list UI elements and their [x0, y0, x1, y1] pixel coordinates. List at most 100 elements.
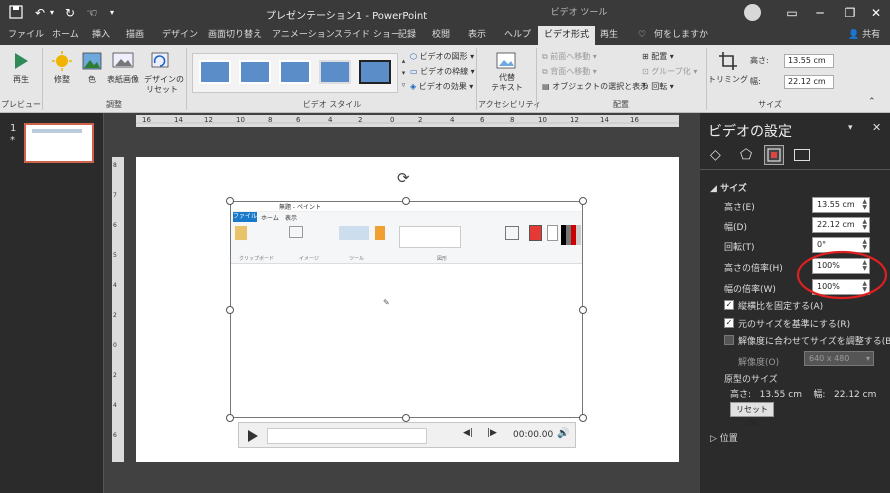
- tab-design[interactable]: デザイン: [162, 26, 198, 45]
- size-section-header[interactable]: ◢ サイズ: [710, 181, 747, 194]
- svg-text:0: 0: [113, 342, 117, 349]
- position-section-header[interactable]: ▷ 位置: [710, 431, 738, 444]
- share-button[interactable]: 👤 共有: [848, 26, 880, 45]
- align-button[interactable]: ⊞ 配置 ▾: [642, 51, 674, 63]
- step-back-icon[interactable]: ◀|: [463, 428, 473, 438]
- svg-text:10: 10: [236, 116, 245, 124]
- height-spinner[interactable]: 13.55 cm ▲ ▼: [812, 197, 870, 213]
- tab-playback[interactable]: 再生: [600, 26, 618, 45]
- poster-frame-label[interactable]: 表紙画像: [104, 75, 142, 85]
- step-forward-icon[interactable]: |▶: [487, 428, 497, 438]
- resize-handle-n[interactable]: [402, 197, 410, 205]
- pane-close-icon[interactable]: ✕: [872, 121, 881, 134]
- reset-size-button[interactable]: リセット(S): [730, 402, 774, 427]
- video-style-thumb[interactable]: [239, 60, 271, 84]
- alt-text-label[interactable]: 代替 テキスト: [486, 73, 528, 93]
- tab-insert[interactable]: 挿入: [92, 26, 110, 45]
- svg-text:12: 12: [204, 116, 213, 124]
- tab-help[interactable]: ヘルプ: [504, 26, 531, 45]
- spin-arrows-icon[interactable]: ▲ ▼: [862, 219, 867, 231]
- preview-play-label[interactable]: 再生: [8, 75, 34, 85]
- restore-icon[interactable]: ❐: [842, 5, 858, 21]
- paint-tabbar: ファイル ホーム 表示: [231, 212, 582, 222]
- tab-transitions[interactable]: 画面切り替え: [208, 26, 262, 45]
- video-timeline[interactable]: [267, 428, 427, 444]
- reset-design-label[interactable]: デザインの リセット: [144, 75, 184, 95]
- width-spinner[interactable]: 22.12 cm ▲ ▼: [812, 217, 870, 233]
- tab-video-format[interactable]: ビデオ形式: [538, 26, 596, 45]
- account-avatar[interactable]: [744, 4, 761, 21]
- alt-text-icon[interactable]: [496, 51, 516, 74]
- selection-pane-button[interactable]: ▤ オブジェクトの選択と表示: [542, 81, 648, 93]
- close-icon[interactable]: ✕: [868, 5, 884, 21]
- reset-design-icon[interactable]: [150, 51, 170, 74]
- size-properties-icon[interactable]: [764, 145, 784, 165]
- undo-dropdown-icon[interactable]: ▾: [44, 5, 60, 21]
- touch-mode-icon[interactable]: ☜: [84, 5, 100, 21]
- tell-me-box[interactable]: 何をしますか: [654, 26, 708, 45]
- customize-qat-icon[interactable]: ▾: [104, 5, 120, 21]
- video-shape-dropdown[interactable]: ⬡ ビデオの図形 ▾: [410, 51, 474, 63]
- resize-handle-nw[interactable]: [226, 197, 234, 205]
- video-border-dropdown[interactable]: ▭ ビデオの枠線 ▾: [410, 66, 475, 78]
- gallery-scroll-icon[interactable]: ▴ ▾ ▿: [399, 55, 408, 91]
- corrections-label[interactable]: 修整: [48, 75, 76, 85]
- poster-frame-icon[interactable]: [112, 51, 134, 74]
- rotate-handle-icon[interactable]: ⟳: [397, 169, 410, 187]
- width-input[interactable]: 22.12 cm: [784, 75, 834, 89]
- collapse-ribbon-icon[interactable]: ⌃: [868, 97, 876, 107]
- resolution-dropdown[interactable]: 640 x 480 ▾: [804, 351, 874, 366]
- tab-slideshow[interactable]: スライド ショー: [334, 26, 400, 45]
- lock-aspect-checkbox[interactable]: ✓: [724, 300, 734, 310]
- tab-draw[interactable]: 描画: [126, 26, 144, 45]
- video-play-icon[interactable]: [247, 429, 259, 446]
- video-style-thumb[interactable]: [319, 60, 351, 84]
- corrections-icon[interactable]: [52, 51, 72, 74]
- send-backward-button[interactable]: ⧉ 背面へ移動 ▾: [542, 66, 597, 78]
- relative-original-checkbox[interactable]: ✓: [724, 318, 734, 328]
- resize-handle-se[interactable]: [579, 414, 587, 422]
- tab-animations[interactable]: アニメーション: [272, 26, 335, 45]
- video-style-thumb[interactable]: [199, 60, 231, 84]
- svg-text:0: 0: [390, 116, 394, 124]
- slide-thumbnail[interactable]: [24, 123, 94, 163]
- color-label[interactable]: 色: [80, 75, 104, 85]
- save-icon[interactable]: [8, 5, 24, 21]
- crop-label[interactable]: トリミング: [708, 75, 748, 85]
- tab-view[interactable]: 表示: [468, 26, 486, 45]
- height-input[interactable]: 13.55 cm: [784, 54, 834, 68]
- tab-file[interactable]: ファイル: [8, 26, 44, 45]
- group-button[interactable]: ⊡ グループ化 ▾: [642, 66, 697, 78]
- svg-text:10: 10: [538, 116, 547, 124]
- resize-handle-ne[interactable]: [579, 197, 587, 205]
- resize-handle-sw[interactable]: [226, 414, 234, 422]
- ribbon-display-icon[interactable]: ▭: [784, 5, 800, 21]
- volume-icon[interactable]: 🔊: [557, 428, 569, 439]
- video-tab-icon[interactable]: [794, 149, 810, 161]
- svg-text:2: 2: [358, 116, 362, 124]
- redo-icon[interactable]: ↻: [62, 5, 78, 21]
- spin-arrows-icon[interactable]: ▲ ▼: [862, 199, 867, 211]
- effects-tab-icon[interactable]: ⬠: [740, 147, 752, 163]
- resize-handle-e[interactable]: [579, 306, 587, 314]
- svg-text:16: 16: [142, 116, 151, 124]
- tab-record[interactable]: 記録: [398, 26, 416, 45]
- tab-home[interactable]: ホーム: [52, 26, 79, 45]
- pane-options-icon[interactable]: ▾: [848, 123, 853, 133]
- resize-handle-s[interactable]: [402, 414, 410, 422]
- video-style-thumb[interactable]: [279, 60, 311, 84]
- fill-line-icon[interactable]: ◇: [710, 147, 721, 163]
- minimize-icon[interactable]: ─: [812, 5, 828, 21]
- arrange-group-label: 配置: [613, 100, 629, 109]
- bring-forward-button[interactable]: ⧉ 前面へ移動 ▾: [542, 51, 597, 63]
- rotate-button[interactable]: ↻ 回転 ▾: [642, 81, 674, 93]
- tab-review[interactable]: 校閲: [432, 26, 450, 45]
- color-icon[interactable]: [82, 51, 102, 74]
- video-object[interactable]: 無題 - ペイント ファイル ホーム 表示 クリップボード イメージ ツール 図…: [230, 201, 583, 418]
- resize-handle-w[interactable]: [226, 306, 234, 314]
- video-effects-dropdown[interactable]: ◈ ビデオの効果 ▾: [410, 81, 473, 93]
- crop-icon[interactable]: [718, 51, 738, 74]
- video-style-thumb[interactable]: [359, 60, 391, 84]
- best-scale-checkbox[interactable]: [724, 335, 734, 345]
- play-icon[interactable]: [12, 51, 30, 74]
